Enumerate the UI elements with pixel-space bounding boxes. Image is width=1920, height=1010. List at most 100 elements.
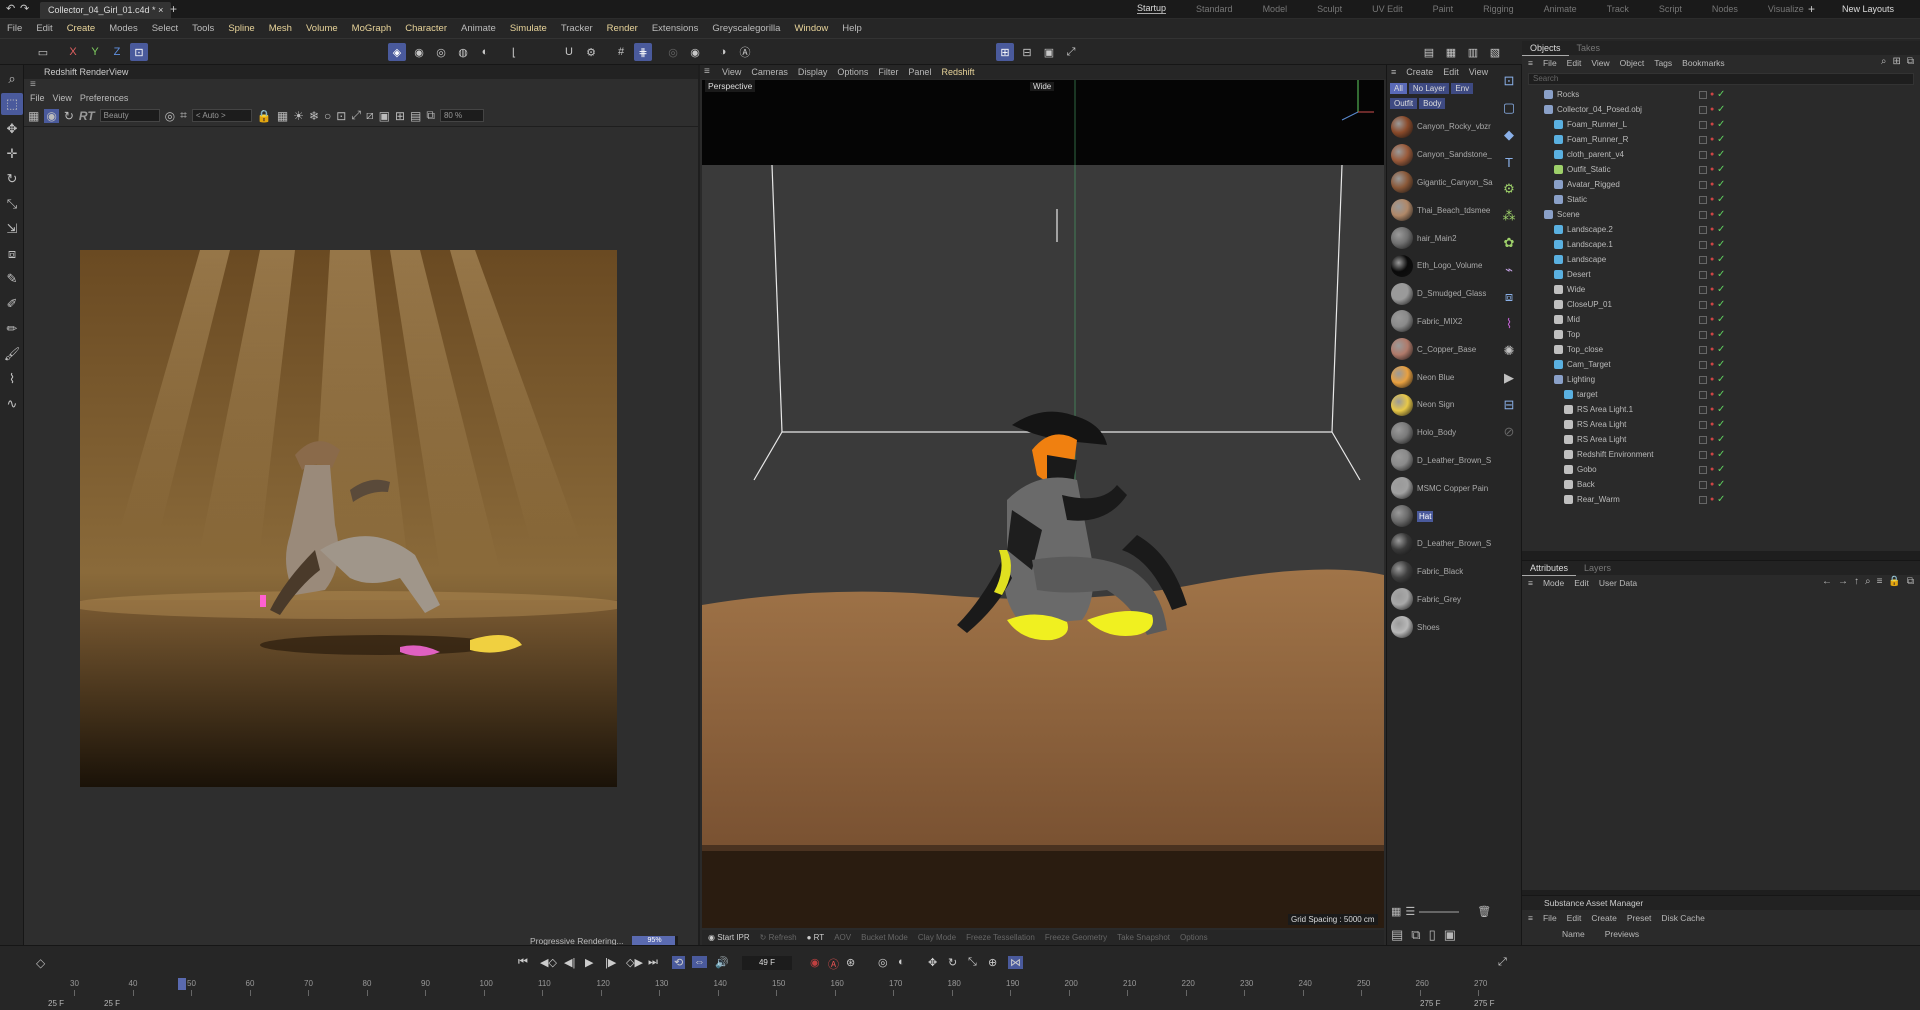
visibility-dots-icon[interactable]: ● xyxy=(1710,496,1714,503)
light-icon[interactable]: ✺ xyxy=(1498,340,1520,362)
material-item[interactable]: Hat xyxy=(1387,502,1496,530)
next-key-icon[interactable]: ◇▶ xyxy=(626,956,643,969)
substance-menu-item[interactable]: Disk Cache xyxy=(1661,913,1704,923)
object-menu-item[interactable]: File xyxy=(1543,58,1557,68)
object-row[interactable]: Collector_04_Posed.obj ● ✓ xyxy=(1544,102,1920,117)
layer-checkbox[interactable] xyxy=(1699,480,1707,489)
transfer-tool-icon[interactable]: ⇲ xyxy=(1,218,23,240)
material-item[interactable]: C_Copper_Base xyxy=(1387,335,1496,363)
visibility-dots-icon[interactable]: ● xyxy=(1710,436,1714,443)
cloner-icon[interactable]: ⁂ xyxy=(1498,205,1520,227)
layout-tab[interactable]: Paint xyxy=(1433,4,1454,14)
visibility-dots-icon[interactable]: ● xyxy=(1710,481,1714,488)
playback-range-icon[interactable]: ⇔ xyxy=(692,956,707,968)
filter-icon[interactable]: ⊞ xyxy=(1892,56,1900,67)
rgb-icon[interactable]: ◎ xyxy=(165,109,175,123)
menu-item[interactable]: Select xyxy=(145,19,185,39)
filter-icon[interactable]: ≡ xyxy=(1877,576,1883,587)
grid-overlay-icon[interactable]: ▦ xyxy=(277,109,288,123)
layer-checkbox[interactable] xyxy=(1699,210,1707,219)
material-menu-item[interactable]: Edit xyxy=(1443,67,1459,77)
param-key-icon[interactable]: ⊕ xyxy=(988,956,997,969)
visibility-dots-icon[interactable]: ● xyxy=(1710,421,1714,428)
layout-tab[interactable]: Visualize xyxy=(1768,4,1804,14)
layer-checkbox[interactable] xyxy=(1699,330,1707,339)
material-filter-button[interactable]: Outfit xyxy=(1390,98,1418,109)
substance-menu-icon[interactable]: ≡ xyxy=(1528,913,1533,923)
scene-icon[interactable]: ⊟ xyxy=(1498,394,1520,416)
layer-checkbox[interactable] xyxy=(1699,255,1707,264)
axis-x-toggle[interactable]: X xyxy=(64,43,82,61)
object-row[interactable]: Redshift Environment ● ✓ xyxy=(1544,447,1920,462)
material-item[interactable]: Fabric_Black xyxy=(1387,558,1496,586)
go-to-end-icon[interactable]: ⏭ xyxy=(648,956,658,969)
brush-tool-icon[interactable]: 🖌 xyxy=(1,343,23,365)
add-snapshot-icon[interactable]: ⊞ xyxy=(395,109,405,123)
layer-checkbox[interactable] xyxy=(1699,450,1707,459)
prev-frame-icon[interactable]: ◀| xyxy=(564,956,575,969)
refresh-button[interactable]: ↻ Refresh xyxy=(760,933,797,942)
enabled-check-icon[interactable]: ✓ xyxy=(1717,419,1725,430)
axis-y-toggle[interactable]: Y xyxy=(86,43,104,61)
enabled-check-icon[interactable]: ✓ xyxy=(1717,89,1725,100)
camera-icon[interactable]: ▶ xyxy=(1498,367,1520,389)
go-to-start-icon[interactable]: ⏮ xyxy=(518,956,528,969)
viewport-menu-item[interactable]: Cameras xyxy=(751,65,788,79)
visibility-dots-icon[interactable]: ● xyxy=(1710,451,1714,458)
menu-item[interactable]: Modes xyxy=(102,19,145,39)
add-layout-icon[interactable]: + xyxy=(1808,2,1815,16)
layout-tab[interactable]: UV Edit xyxy=(1372,4,1403,14)
viewport-solo-icon[interactable]: ▭ xyxy=(34,43,52,61)
node-editor-icon[interactable]: ⧉ xyxy=(1411,927,1420,943)
scheme-icon[interactable]: ◐ xyxy=(898,956,905,968)
layer-checkbox[interactable] xyxy=(1699,405,1707,414)
focus-icon[interactable]: ⊡ xyxy=(336,109,346,123)
material-item[interactable]: Neon Blue xyxy=(1387,363,1496,391)
layer-checkbox[interactable] xyxy=(1699,135,1707,144)
autokey-icon[interactable]: Ⓐ xyxy=(828,956,839,972)
material-item[interactable]: Thai_Beach_tdsmee xyxy=(1387,196,1496,224)
material-menu-icon[interactable]: ≡ xyxy=(1391,67,1396,77)
object-row[interactable]: Landscape ● ✓ xyxy=(1544,252,1920,267)
substance-column-header[interactable]: Previews xyxy=(1605,929,1639,939)
visibility-dots-icon[interactable]: ● xyxy=(1710,181,1714,188)
primitive-icon[interactable]: ◆ xyxy=(1498,124,1520,146)
attribute-menu-item[interactable]: Mode xyxy=(1543,578,1564,588)
move-tool-icon[interactable]: ✛ xyxy=(1,143,23,165)
menu-item[interactable]: MoGraph xyxy=(345,19,399,39)
polygon-mode-icon[interactable]: ◍ xyxy=(454,43,472,61)
generator-icon[interactable]: ⚙ xyxy=(1498,178,1520,200)
visibility-dots-icon[interactable]: ● xyxy=(1710,271,1714,278)
material-item[interactable]: Shoes xyxy=(1387,613,1496,641)
redo-icon[interactable]: ↷ xyxy=(20,2,29,15)
menu-item[interactable]: Animate xyxy=(454,19,503,39)
enabled-check-icon[interactable]: ✓ xyxy=(1717,194,1725,205)
menu-item[interactable]: Simulate xyxy=(503,19,554,39)
scale-tool-icon[interactable]: ⤡ xyxy=(1,193,23,215)
object-row[interactable]: RS Area Light ● ✓ xyxy=(1544,417,1920,432)
material-item[interactable]: Gigantic_Canyon_Sa xyxy=(1387,169,1496,197)
enabled-check-icon[interactable]: ✓ xyxy=(1717,209,1725,220)
attribute-menu-item[interactable]: User Data xyxy=(1599,578,1637,588)
start-ipr-button[interactable]: ◉ Start IPR xyxy=(708,933,750,942)
enabled-check-icon[interactable]: ✓ xyxy=(1717,134,1725,145)
delete-icon[interactable]: 🗑 xyxy=(1477,905,1491,918)
visibility-dots-icon[interactable]: ● xyxy=(1710,316,1714,323)
menu-item[interactable]: Spline xyxy=(221,19,261,39)
take-snapshot-button[interactable]: Take Snapshot xyxy=(1117,933,1170,942)
new-layouts-button[interactable]: New Layouts xyxy=(1842,4,1894,14)
options-button[interactable]: Options xyxy=(1180,933,1208,942)
selection-tool-icon[interactable]: ⬚ xyxy=(1,93,23,115)
layout-tab[interactable]: Sculpt xyxy=(1317,4,1342,14)
back-arrow-icon[interactable]: ← xyxy=(1822,576,1832,587)
viewport-menu-item[interactable]: Display xyxy=(798,65,828,79)
viewport-split-icon[interactable]: ▣ xyxy=(1040,43,1058,61)
rt-button[interactable]: ● RT xyxy=(807,933,825,942)
bucket-mode-button[interactable]: Bucket Mode xyxy=(861,933,908,942)
layer-checkbox[interactable] xyxy=(1699,195,1707,204)
smooth-tool-icon[interactable]: ∿ xyxy=(1,393,23,415)
render-active-icon[interactable]: ◉ xyxy=(686,43,704,61)
material-item[interactable]: Fabric_MIX2 xyxy=(1387,308,1496,336)
render-settings-icon[interactable]: ◎ xyxy=(664,43,682,61)
layer-checkbox[interactable] xyxy=(1699,225,1707,234)
